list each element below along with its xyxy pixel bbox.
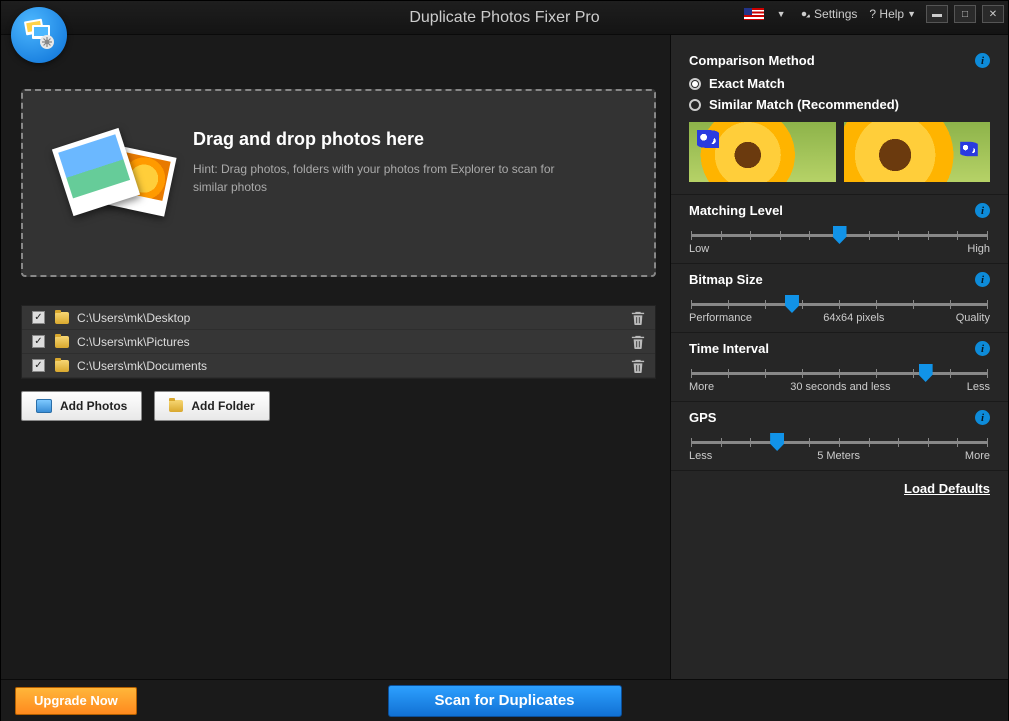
add-photos-button[interactable]: Add Photos [21,391,142,421]
bitmap-heading: Bitmap Size [689,272,763,287]
trash-icon[interactable] [631,335,645,349]
thumb-right [844,122,991,182]
info-icon[interactable]: i [975,203,990,218]
close-button[interactable]: ✕ [982,5,1004,23]
gps-section: GPSi Less5 MetersMore [671,402,1008,471]
time-section: Time Intervali More30 seconds and lessLe… [671,333,1008,402]
folder-icon [169,400,183,412]
folder-list: ✓ C:\Users\mk\Desktop ✓ C:\Users\mk\Picture… [21,305,656,379]
app-logo [11,7,67,63]
time-value: 30 seconds and less [790,381,890,393]
time-slider[interactable] [691,372,988,375]
bitmap-section: Bitmap Sizei Performance64x64 pixelsQual… [671,264,1008,333]
help-button[interactable]: ? Help▼ [865,5,920,23]
upgrade-button[interactable]: Upgrade Now [15,687,137,715]
gps-value: 5 Meters [817,450,860,462]
matching-heading: Matching Level [689,203,783,218]
language-dropdown[interactable]: ▼ [770,5,790,23]
settings-button[interactable]: Settings [794,5,861,23]
left-panel: Drag and drop photos here Hint: Drag pho… [1,35,671,679]
info-icon[interactable]: i [975,341,990,356]
gps-slider[interactable] [691,441,988,444]
folder-icon [55,336,69,348]
photo-icon [36,399,52,413]
radio-exact[interactable]: Exact Match [689,76,990,91]
matching-section: Matching Leveli LowHigh [671,195,1008,264]
settings-label: Settings [814,7,857,21]
add-folder-button[interactable]: Add Folder [154,391,269,421]
flag-icon [744,8,764,20]
scan-button[interactable]: Scan for Duplicates [388,685,622,717]
bitmap-value: 64x64 pixels [823,312,884,324]
titlebar: Duplicate Photos Fixer Pro ▼ Settings ? … [1,1,1008,35]
radio-icon [689,78,701,90]
radio-similar[interactable]: Similar Match (Recommended) [689,97,990,112]
title-controls: ▼ Settings ? Help▼ ▬ □ ✕ [744,5,1004,23]
drop-zone[interactable]: Drag and drop photos here Hint: Drag pho… [21,89,656,277]
trash-icon[interactable] [631,311,645,325]
comparison-heading: Comparison Method [689,53,815,68]
drop-title: Drag and drop photos here [193,129,573,150]
info-icon[interactable]: i [975,53,990,68]
radio-icon [689,99,701,111]
folder-icon [55,312,69,324]
folder-row[interactable]: ✓ C:\Users\mk\Desktop [22,306,655,330]
folder-row[interactable]: ✓ C:\Users\mk\Pictures [22,330,655,354]
checkbox[interactable]: ✓ [32,311,45,324]
info-icon[interactable]: i [975,272,990,287]
checkbox[interactable]: ✓ [32,335,45,348]
folder-path: C:\Users\mk\Desktop [77,311,190,325]
slider-handle[interactable] [785,295,799,313]
trash-icon[interactable] [631,359,645,373]
load-defaults-link[interactable]: Load Defaults [671,471,1008,506]
slider-handle[interactable] [833,226,847,244]
footer: Upgrade Now Scan for Duplicates [1,679,1008,721]
drop-hint: Hint: Drag photos, folders with your pho… [193,160,573,196]
gps-heading: GPS [689,410,716,425]
slider-handle[interactable] [919,364,933,382]
comparison-thumbs [689,122,990,182]
matching-slider[interactable] [691,234,988,237]
photos-icon [53,119,173,239]
folder-path: C:\Users\mk\Documents [77,359,207,373]
checkbox[interactable]: ✓ [32,359,45,372]
right-panel: Comparison Method i Exact Match Similar M… [671,35,1008,679]
minimize-button[interactable]: ▬ [926,5,948,23]
maximize-button[interactable]: □ [954,5,976,23]
comparison-section: Comparison Method i Exact Match Similar M… [671,35,1008,195]
folder-row[interactable]: ✓ C:\Users\mk\Documents [22,354,655,378]
bitmap-slider[interactable] [691,303,988,306]
info-icon[interactable]: i [975,410,990,425]
folder-icon [55,360,69,372]
app-title: Duplicate Photos Fixer Pro [409,9,599,27]
folder-path: C:\Users\mk\Pictures [77,335,190,349]
thumb-left [689,122,836,182]
time-heading: Time Interval [689,341,769,356]
slider-handle[interactable] [770,433,784,451]
gear-icon [798,8,810,20]
